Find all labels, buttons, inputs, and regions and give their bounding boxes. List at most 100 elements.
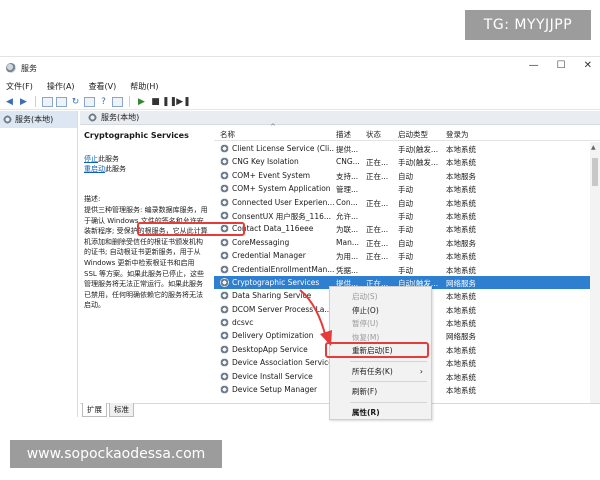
service-logon-as: 网络服务	[446, 278, 476, 288]
service-name: Device Association Service	[232, 358, 333, 368]
scrollbar-thumb[interactable]	[592, 158, 598, 186]
table-row[interactable]: Client License Service (Cli... 提供... 手动(触发…	[214, 142, 600, 155]
service-logon-as: 本地系统	[446, 305, 476, 315]
maximize-button[interactable]: ☐	[557, 60, 566, 71]
service-gear-icon	[220, 157, 229, 167]
service-description: 管理...	[336, 185, 359, 195]
service-description: Man...	[336, 237, 359, 247]
service-name: DesktopApp Service	[232, 344, 308, 354]
service-gear-icon	[220, 331, 229, 341]
help-icon[interactable]: ?	[98, 96, 109, 107]
forward-arrow-icon[interactable]: ▶	[18, 96, 29, 107]
service-status: 正在...	[366, 252, 389, 262]
col-status[interactable]: 状态	[366, 129, 381, 140]
table-row[interactable]: ConsentUX 用户服务_116... 允许... 手动 本地系统	[214, 209, 600, 222]
table-row[interactable]: COM+ System Application 管理... 手动 本地系统	[214, 182, 600, 195]
col-logon-as[interactable]: 登录为	[446, 129, 469, 140]
service-name: CredentialEnrollmentMan...	[232, 264, 334, 274]
service-gear-icon	[220, 277, 229, 287]
refresh-icon[interactable]: ↻	[70, 96, 81, 107]
chevron-right-icon: ›	[419, 366, 423, 376]
service-name: Connected User Experien...	[232, 197, 334, 207]
service-logon-as: 本地系统	[446, 292, 476, 302]
service-startup-type: 手动(触发...	[398, 145, 439, 154]
menu-file[interactable]: 文件(F)	[6, 81, 33, 92]
restart-action-line: 重启动此服务	[84, 165, 126, 173]
service-name: Client License Service (Cli...	[232, 144, 334, 153]
menubar: 文件(F) 操作(A) 查看(V) 帮助(H)	[0, 79, 600, 93]
restart-highlight	[325, 342, 429, 358]
stop-service-link[interactable]: 停止	[84, 155, 98, 163]
services-window: 服务 — ☐ ✕ 文件(F) 操作(A) 查看(V) 帮助(H) ◀ ▶ ↻ ?…	[0, 56, 600, 417]
service-logon-as: 本地系统	[446, 345, 476, 355]
menu-item-stop[interactable]: 停止(O)	[330, 304, 431, 318]
table-row[interactable]: CredentialEnrollmentMan... 凭据... 手动 本地系统	[214, 263, 600, 276]
tg-badge: TG: MYYJJPP	[465, 10, 591, 40]
service-startup-type: 手动	[398, 211, 413, 221]
service-gear-icon	[220, 264, 229, 274]
site-watermark: www.sopockaodessa.com	[10, 440, 222, 468]
col-startup-type[interactable]: 启动类型	[398, 129, 428, 140]
service-name: COM+ Event System	[232, 170, 311, 180]
service-startup-type: 自动	[398, 198, 413, 208]
window-controls: — ☐ ✕	[529, 60, 592, 71]
toolbar: ◀ ▶ ↻ ? ▶ ■ ❚❚ ▶❚	[0, 94, 600, 110]
properties-icon[interactable]	[56, 96, 67, 107]
menu-view[interactable]: 查看(V)	[89, 81, 117, 92]
service-logon-as: 本地系统	[446, 145, 476, 154]
table-row[interactable]: Connected User Experien... Con... 正在... 自动 本…	[214, 196, 600, 209]
back-arrow-icon[interactable]: ◀	[4, 96, 15, 107]
close-button[interactable]: ✕	[584, 60, 592, 71]
table-row[interactable]: CNG Key Isolation CNG... 正在... 手动(触发... 本地系统	[214, 155, 600, 168]
menu-help[interactable]: 帮助(H)	[130, 81, 158, 92]
menu-item-all-tasks[interactable]: 所有任务(K) ›	[330, 365, 431, 379]
service-description: 提供...	[336, 145, 359, 154]
service-logon-as: 本地系统	[446, 198, 476, 208]
tab-extended[interactable]: 扩展	[82, 403, 107, 417]
service-name: CNG Key Isolation	[232, 157, 299, 167]
menu-divider	[350, 360, 427, 362]
pause-icon[interactable]: ❚❚	[162, 96, 177, 107]
titlebar: 服务 — ☐ ✕	[0, 57, 600, 79]
minimize-button[interactable]: —	[529, 60, 539, 71]
col-name[interactable]: 名称	[220, 129, 235, 140]
menu-item-properties[interactable]: 属性(R)	[330, 406, 431, 420]
mmc-icon[interactable]	[112, 96, 123, 107]
service-logon-as: 本地系统	[446, 359, 476, 369]
export-icon[interactable]	[84, 96, 95, 107]
service-logon-as: 本地系统	[446, 319, 476, 329]
service-gear-icon	[220, 358, 229, 368]
start-icon[interactable]: ▶	[136, 96, 147, 107]
table-row[interactable]: Credential Manager 为用... 正在... 手动 本地系统	[214, 249, 600, 262]
restart-service-link[interactable]: 重启动	[84, 165, 105, 173]
service-status: 正在...	[366, 158, 389, 168]
tab-standard[interactable]: 标准	[109, 403, 134, 417]
menu-divider	[350, 381, 427, 382]
stop-icon[interactable]: ■	[150, 96, 161, 107]
service-gear-icon	[220, 318, 229, 328]
table-row[interactable]: CoreMessaging Man... 正在... 自动 本地服务	[214, 236, 600, 249]
menu-action[interactable]: 操作(A)	[47, 81, 75, 92]
tree-item-services-local[interactable]: 服务(本地)	[0, 111, 77, 128]
content-header: 服务(本地)	[80, 111, 600, 125]
service-logon-as: 网络服务	[446, 332, 476, 342]
console-tree-icon[interactable]	[42, 96, 53, 107]
vertical-scrollbar[interactable]: ▲	[590, 142, 600, 403]
service-name: ConsentUX 用户服务_116...	[232, 211, 332, 221]
service-description: 为用...	[336, 252, 359, 262]
service-gear-icon	[220, 170, 229, 180]
scroll-up-icon[interactable]: ▲	[591, 144, 596, 151]
service-startup-type: 自动	[398, 238, 413, 248]
service-startup-type: 手动	[398, 252, 413, 262]
service-logon-as: 本地系统	[446, 265, 476, 275]
restart-icon[interactable]: ▶❚	[176, 96, 190, 107]
menu-item-start[interactable]: 启动(S)	[330, 290, 431, 304]
menu-item-pause[interactable]: 暂停(U)	[330, 317, 431, 331]
col-description[interactable]: 描述	[336, 129, 351, 140]
table-row[interactable]: Contact Data_116eee 为联... 正在... 手动 本地系统	[214, 222, 600, 235]
gear-icon	[88, 113, 97, 122]
table-row[interactable]: COM+ Event System 支持... 正在... 自动 本地服务	[214, 169, 600, 182]
menu-item-refresh[interactable]: 刷新(F)	[330, 385, 431, 399]
service-gear-icon	[220, 251, 229, 261]
service-startup-type: 手动	[398, 265, 413, 275]
